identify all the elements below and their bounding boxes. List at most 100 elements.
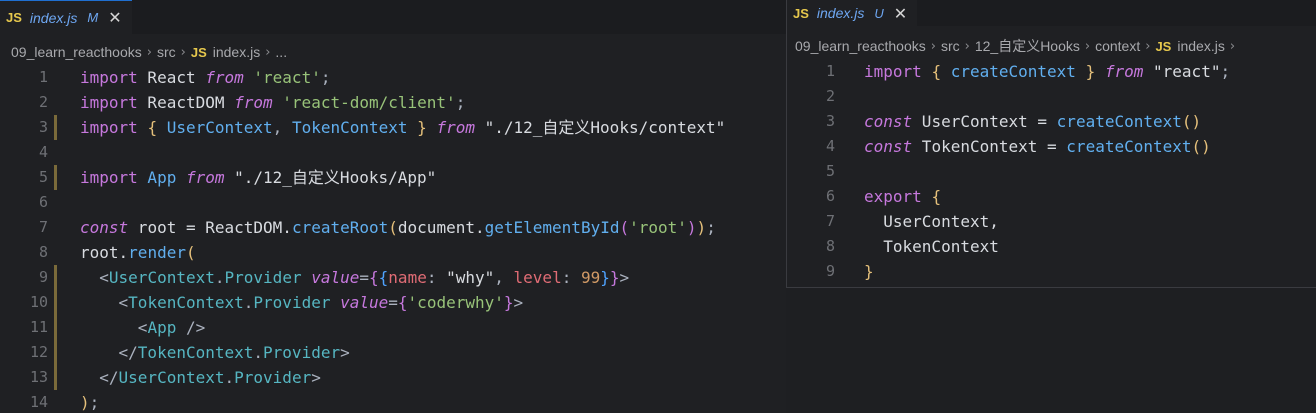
line-number: 8 xyxy=(825,237,835,255)
close-icon[interactable]: ✕ xyxy=(894,4,907,23)
untracked-indicator: U xyxy=(874,5,884,21)
code-token: from xyxy=(205,68,244,87)
code-line[interactable]: 5 xyxy=(787,159,1316,184)
code-token: import xyxy=(80,93,138,112)
tab-index-js-modified[interactable]: JS index.js M ✕ xyxy=(0,0,132,34)
code-editor[interactable]: 1 import React from 'react'; 2 import React… xyxy=(0,65,786,413)
code-line[interactable]: 4 xyxy=(0,140,786,165)
code-line[interactable]: 6 export { xyxy=(787,184,1316,209)
code-token: ; xyxy=(89,393,100,412)
breadcrumb-folder-hooks[interactable]: 12_自定义Hooks xyxy=(975,36,1080,56)
code-line[interactable]: 7 UserContext, xyxy=(787,209,1316,234)
js-file-icon: JS xyxy=(190,44,207,60)
code-token: ; xyxy=(1220,62,1231,81)
code-token: document. xyxy=(397,218,485,237)
code-token: () xyxy=(1191,137,1211,156)
git-change-marker xyxy=(54,365,57,390)
js-file-icon: JS xyxy=(793,5,809,21)
git-change-marker xyxy=(54,315,57,340)
code-line[interactable]: 6 xyxy=(0,190,786,215)
code-token: ( xyxy=(619,218,630,237)
code-line[interactable]: 14); xyxy=(0,390,786,413)
code-token: root = ReactDOM. xyxy=(128,218,292,237)
breadcrumb-folder-project[interactable]: 09_learn_reacthooks xyxy=(11,44,142,60)
code-token: ) xyxy=(696,218,707,237)
breadcrumb-file[interactable]: index.js xyxy=(213,44,260,60)
code-token: ) xyxy=(80,393,90,412)
code-text: <UserContext.Provider value={{name: "why… xyxy=(80,265,629,290)
code-text: <TokenContext.Provider value={'coderwhy'… xyxy=(80,290,524,315)
code-token: { xyxy=(931,62,942,81)
code-line[interactable]: 2 import ReactDOM from 'react-dom/client'… xyxy=(0,90,786,115)
code-line[interactable]: 3 const UserContext = createContext() xyxy=(787,109,1316,134)
code-token: } xyxy=(609,268,620,287)
code-token: UserContext xyxy=(118,368,225,387)
code-line[interactable]: 9} xyxy=(787,259,1316,284)
breadcrumb-file[interactable]: index.js xyxy=(1177,38,1224,54)
git-change-marker xyxy=(54,340,57,365)
breadcrumb-folder-context[interactable]: context xyxy=(1095,38,1140,54)
code-token: TokenContext xyxy=(128,293,244,312)
code-line[interactable]: 10 <TokenContext.Provider value={'coderw… xyxy=(0,290,786,315)
code-token: 'coderwhy' xyxy=(407,293,504,312)
code-token: const xyxy=(864,112,913,131)
code-token: export xyxy=(864,187,922,206)
git-change-marker xyxy=(54,265,57,290)
code-token: ( xyxy=(185,243,196,262)
breadcrumb-folder-src[interactable]: src xyxy=(157,44,176,60)
code-line[interactable]: 2 xyxy=(787,84,1316,109)
code-token: TokenContext xyxy=(137,343,254,362)
left-editor-pane: JS index.js M ✕ 09_learn_reacthooks › sr… xyxy=(0,0,786,413)
code-line[interactable]: 8 TokenContext xyxy=(787,234,1316,259)
code-token: > xyxy=(513,293,524,312)
code-token: "./12_自定义Hooks/context" xyxy=(474,118,726,137)
breadcrumb: 09_learn_reacthooks › src › JS index.js … xyxy=(0,40,786,64)
code-token: import xyxy=(80,168,138,187)
code-token: Provider xyxy=(224,268,302,287)
code-line[interactable]: 1 import React from 'react'; xyxy=(0,65,786,90)
code-text: import App from "./12_自定义Hooks/App" xyxy=(80,165,436,190)
code-line[interactable]: 13 </UserContext.Provider> xyxy=(0,365,786,390)
code-token: root. xyxy=(80,243,129,262)
breadcrumb-folder-src[interactable]: src xyxy=(941,38,960,54)
code-token: () xyxy=(1181,112,1202,131)
code-line[interactable]: 11 <App /> xyxy=(0,315,786,340)
right-tab-bar: JS index.js U ✕ xyxy=(787,0,1316,26)
tab-filename: index.js xyxy=(29,9,78,26)
line-number: 12 xyxy=(29,343,48,361)
git-change-marker xyxy=(54,165,57,190)
code-line[interactable]: 7 const root = ReactDOM.createRoot(docume… xyxy=(0,215,786,240)
code-token: > xyxy=(340,343,350,362)
code-token: import xyxy=(864,62,922,81)
code-line[interactable]: 9 <UserContext.Provider value={{name: "w… xyxy=(0,265,786,290)
code-token: createRoot xyxy=(291,218,389,237)
code-line[interactable]: 5 import App from "./12_自定义Hooks/App" xyxy=(0,165,786,190)
code-token: : xyxy=(561,268,581,287)
line-number: 4 xyxy=(825,137,835,155)
code-editor[interactable]: 1 import { createContext } from "react"; 2… xyxy=(787,59,1316,284)
breadcrumb-folder-project[interactable]: 09_learn_reacthooks xyxy=(795,38,926,54)
code-token: import xyxy=(80,68,138,87)
code-text: import { createContext } from "react"; xyxy=(864,59,1230,84)
close-icon[interactable]: ✕ xyxy=(108,8,121,27)
code-token: createContext xyxy=(1056,112,1182,131)
tab-index-js-untracked[interactable]: JS index.js U ✕ xyxy=(787,0,918,26)
code-token: import xyxy=(80,118,138,137)
code-token: . xyxy=(243,293,254,312)
code-token: UserContext, xyxy=(864,212,999,231)
code-line[interactable]: 4 const TokenContext = createContext() xyxy=(787,134,1316,159)
right-editor-pane: JS index.js U ✕ 09_learn_reacthooks › sr… xyxy=(786,0,1316,288)
code-line[interactable]: 3 import { UserContext, TokenContext } fr… xyxy=(0,115,786,140)
breadcrumb-symbol[interactable]: ... xyxy=(275,44,287,60)
code-text: </UserContext.Provider> xyxy=(80,365,321,390)
chevron-right-icon: › xyxy=(146,44,152,60)
code-text: import React from 'react'; xyxy=(80,65,330,90)
code-token: getElementById xyxy=(484,218,620,237)
code-text: const root = ReactDOM.createRoot(documen… xyxy=(80,215,716,240)
code-line[interactable]: 12 </TokenContext.Provider> xyxy=(0,340,786,365)
code-token: Provider xyxy=(234,368,312,387)
code-token: ReactDOM xyxy=(137,93,235,112)
code-line[interactable]: 8 root.render( xyxy=(0,240,786,265)
code-line[interactable]: 1 import { createContext } from "react"; xyxy=(787,59,1316,84)
